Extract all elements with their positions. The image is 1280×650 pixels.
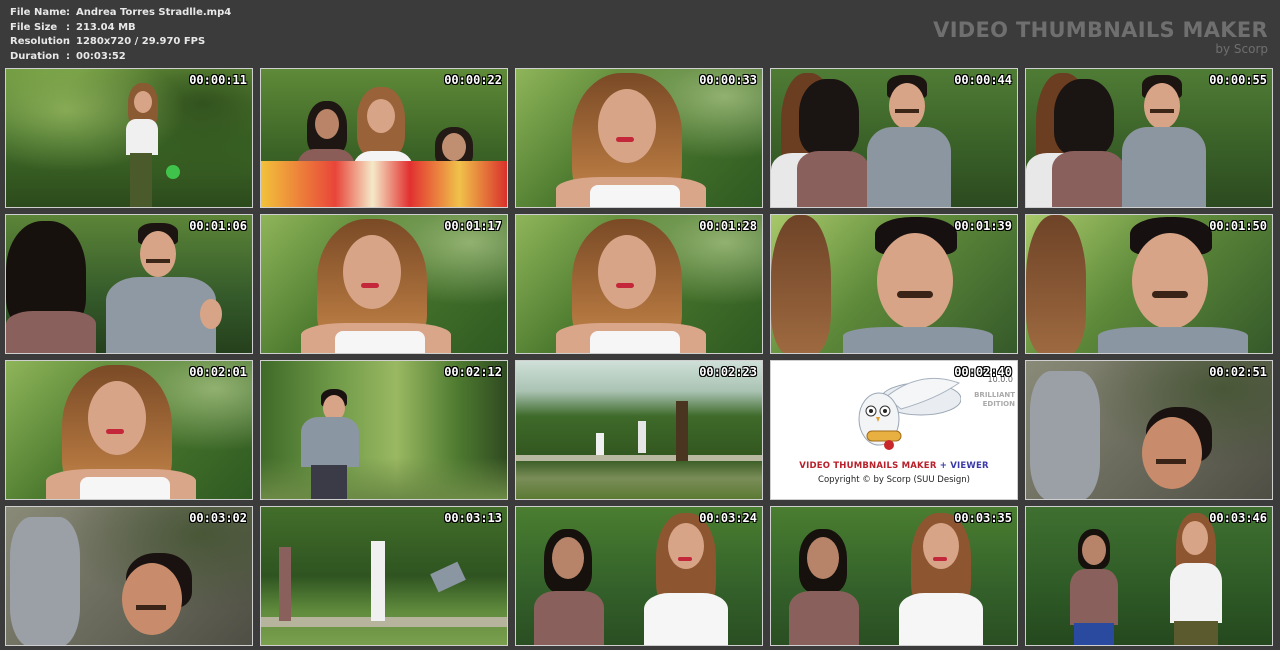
video-thumbnail: 00:00:33 [515,68,763,208]
file-size-value: 213.04 MB [76,21,136,33]
timestamp: 00:03:13 [444,511,502,525]
timestamp: 00:01:28 [699,219,757,233]
logo-title-viewer: VIEWER [950,461,989,471]
timestamp: 00:03:02 [189,511,247,525]
brand-title: VIDEO THUMBNAILS MAKER [933,18,1268,42]
file-name-value: Andrea Torres Stradlle.mp4 [76,7,232,18]
timestamp: 00:01:17 [444,219,502,233]
timestamp: 00:03:24 [699,511,757,525]
video-frame-image [261,361,507,499]
separator: : [66,50,70,62]
video-frame-image [771,215,1017,353]
logo-edition: BRILLIANT EDITION [974,391,1015,409]
video-frame-image [261,215,507,353]
video-thumbnail: 00:03:46 [1025,506,1273,646]
video-frame-image [6,69,252,207]
video-frame-image [516,215,762,353]
video-frame-image [771,507,1017,645]
file-info-row: File Name : Andrea Torres Stradlle.mp4 [10,6,231,21]
timestamp: 00:01:50 [1209,219,1267,233]
video-frame-image [261,507,507,645]
timestamp: 00:00:22 [444,73,502,87]
timestamp: 00:02:01 [189,365,247,379]
timestamp: 00:00:33 [699,73,757,87]
file-info-row: File Size : 213.04 MB [10,21,231,36]
video-frame-image [1026,361,1272,499]
video-thumbnail: 00:03:02 [5,506,253,646]
video-frame-image [1026,507,1272,645]
timestamp: 00:00:44 [954,73,1012,87]
logo-copyright: Copyright © by Scorp (SUU Design) [818,475,970,485]
video-thumbnail: 00:01:17 [260,214,508,354]
video-thumbnail: 00:00:11 [5,68,253,208]
video-thumbnail: 00:00:44 [770,68,1018,208]
video-frame-image [6,361,252,499]
video-thumbnail: 00:02:12 [260,360,508,500]
video-thumbnail: 00:03:24 [515,506,763,646]
timestamp: 00:02:23 [699,365,757,379]
logo-edition-line: EDITION [982,400,1015,408]
video-frame-image [516,69,762,207]
video-thumbnail: 00:02:01 [5,360,253,500]
resolution-value: 1280x720 / 29.970 FPS [76,36,206,47]
separator: : [66,7,70,18]
file-size-label: File Size [10,21,58,33]
video-thumbnail: 00:01:28 [515,214,763,354]
separator: : [66,21,70,33]
timestamp: 00:03:46 [1209,511,1267,525]
video-thumbnail: 00:03:13 [260,506,508,646]
timestamp: 00:01:06 [189,219,247,233]
timestamp: 00:00:55 [1209,73,1267,87]
file-name-label: File Name [10,7,67,18]
separator: : [66,36,70,47]
video-thumbnail: 00:01:50 [1025,214,1273,354]
video-frame-image [1026,69,1272,207]
video-frame-image [516,507,762,645]
video-thumbnail: 00:00:22 [260,68,508,208]
timestamp: 00:02:51 [1209,365,1267,379]
video-frame-image [1026,215,1272,353]
video-frame-image [6,507,252,645]
timestamp: 00:01:39 [954,219,1012,233]
video-thumbnail: 00:03:35 [770,506,1018,646]
timestamp: 00:00:11 [189,73,247,87]
brand-subtitle: by Scorp [1215,42,1268,56]
brand-watermark: VIDEO THUMBNAILS MAKER by Scorp [933,18,1268,56]
video-frame-image [516,361,762,499]
video-frame-image [6,215,252,353]
file-info-row: Duration : 00:03:52 [10,50,231,65]
duration-value: 00:03:52 [76,50,126,62]
video-thumbnail: 00:01:39 [770,214,1018,354]
thumbnail-grid: 00:00:11 00:00:22 00:00:33 00:00:44 00:0… [5,68,1275,646]
logo-title-main: VIDEO THUMBNAILS MAKER [799,461,937,471]
video-thumbnail: 00:02:51 [1025,360,1273,500]
logo-thumbnail: 10.0.0 BRILLIANT EDITION VIDEO THUMBNAILS… [770,360,1018,500]
video-thumbnail: 00:00:55 [1025,68,1273,208]
file-info-row: Resolution : 1280x720 / 29.970 FPS [10,35,231,50]
owl-logo-icon [858,377,961,450]
resolution-label: Resolution [10,36,71,47]
timestamp: 00:02:12 [444,365,502,379]
duration-label: Duration [10,50,60,62]
timestamp: 00:03:35 [954,511,1012,525]
info-header: File Name : Andrea Torres Stradlle.mp4 F… [0,0,1280,66]
file-info: File Name : Andrea Torres Stradlle.mp4 F… [10,6,231,64]
video-frame-image [771,69,1017,207]
video-frame-image [261,69,507,207]
logo-title-plus: + [936,461,951,471]
video-thumbnail: 00:02:23 [515,360,763,500]
logo-title: VIDEO THUMBNAILS MAKER + VIEWER [771,461,1017,471]
timestamp: 00:02:40 [954,365,1012,379]
video-thumbnail: 00:01:06 [5,214,253,354]
logo-edition-line: BRILLIANT [974,391,1015,399]
